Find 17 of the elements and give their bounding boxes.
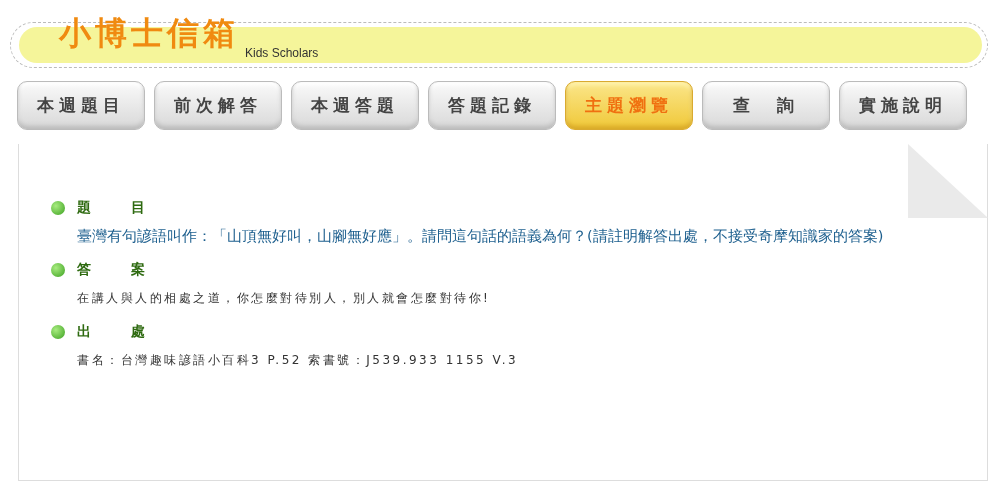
section-text: 在講人與人的相處之道，你怎麼對待別人，別人就會怎麼對待你! [77,290,492,307]
nav-tab[interactable]: 本週題目 [17,81,145,130]
page-fold-icon [908,144,988,218]
section-heading: 題目 [77,199,185,217]
bullet-icon [51,263,65,277]
nav-tab[interactable]: 答題記錄 [428,81,556,130]
bullet-icon [51,325,65,339]
section-heading: 出處 [77,323,185,341]
nav-tab[interactable]: 前次解答 [154,81,282,130]
nav-tab[interactable]: 查 詢 [702,81,830,130]
nav-tab[interactable]: 本週答題 [291,81,419,130]
section-text: 臺灣有句諺語叫作：「山頂無好叫，山腳無好應」。請問這句話的語義為何？(請註明解答出處，不接受奇摩知識家的答案) [77,227,885,246]
nav-tab[interactable]: 實施說明 [839,81,967,130]
bullet-icon [51,201,65,215]
section-heading: 答案 [77,261,185,279]
section-text: 書名：台灣趣味諺語小百科3 P.52 索書號：J539.933 1155 V.3 [77,352,520,369]
site-subtitle: Kids Scholars [245,46,319,60]
